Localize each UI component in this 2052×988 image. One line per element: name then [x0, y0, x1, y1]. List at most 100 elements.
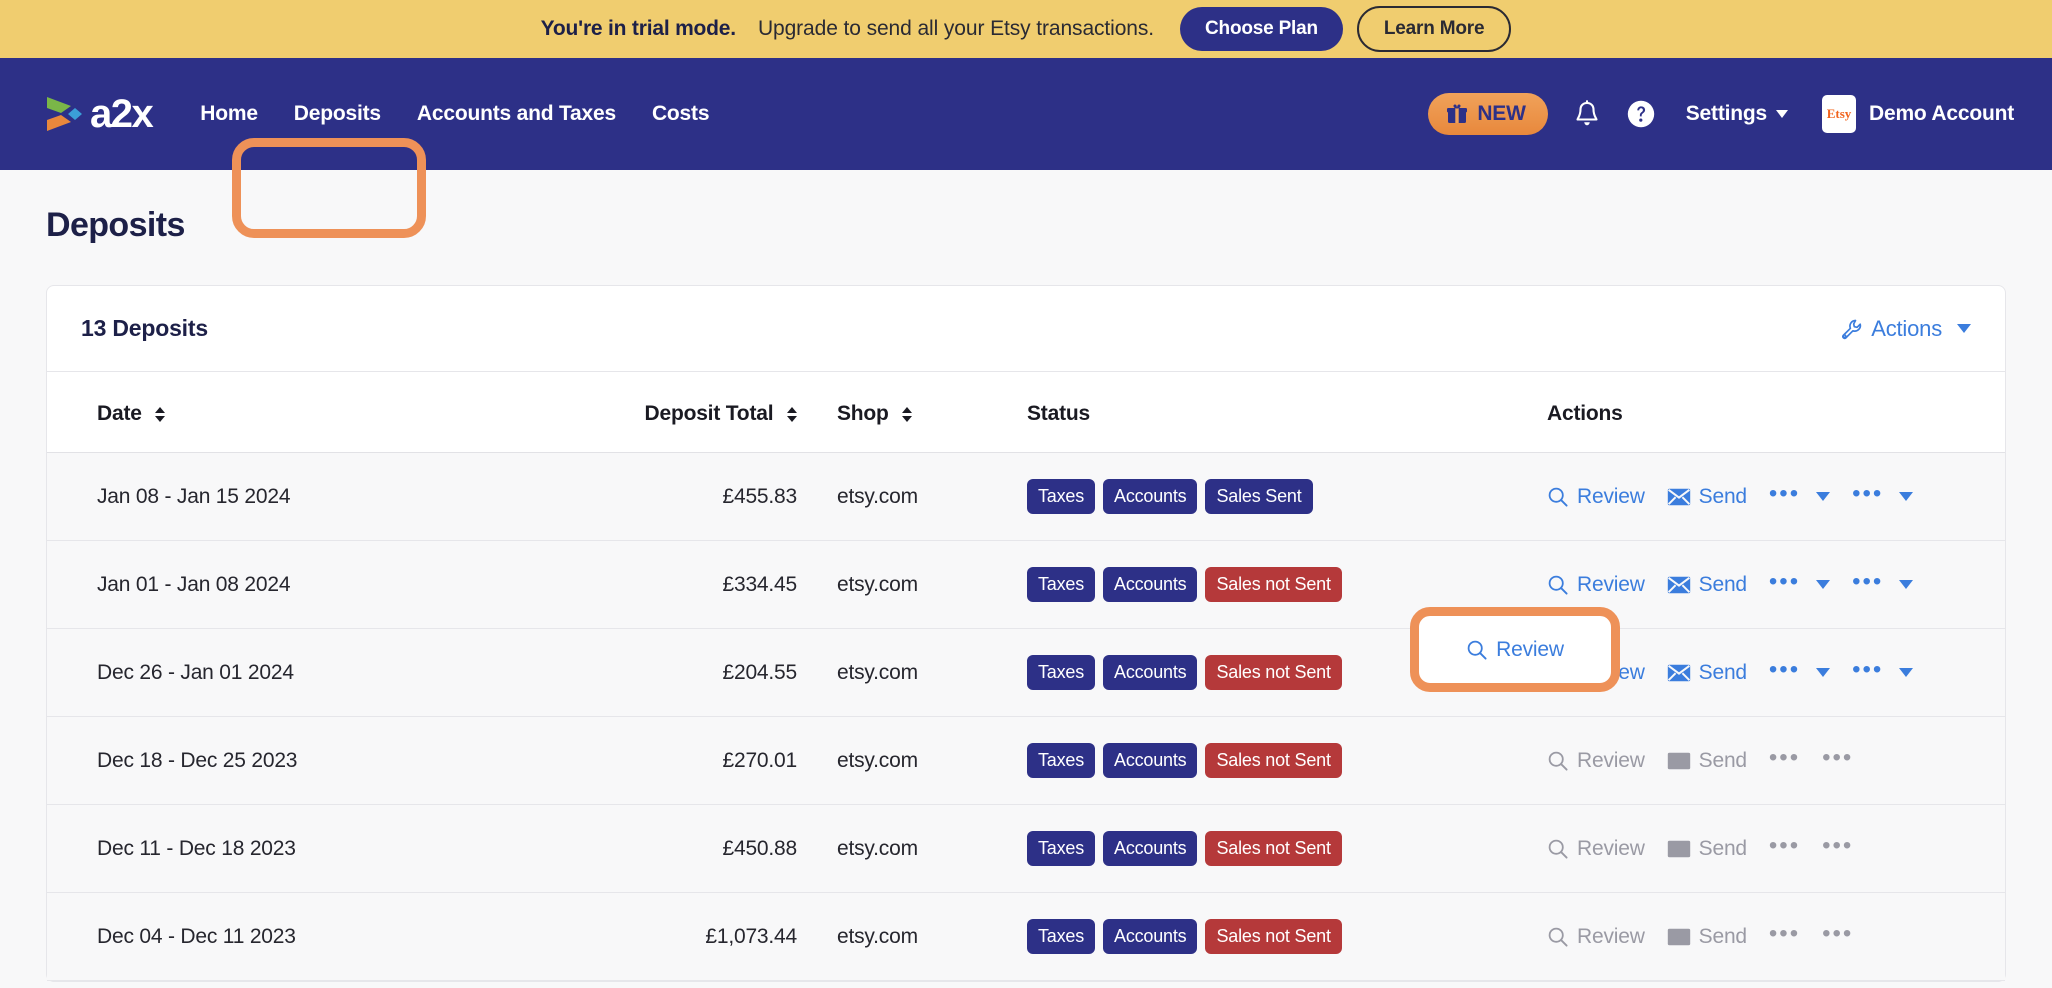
send-action[interactable]: Send	[1667, 661, 1747, 685]
a2x-logo-text: a2x	[90, 92, 154, 136]
status-badge[interactable]: Taxes	[1027, 479, 1096, 514]
status-badge[interactable]: Accounts	[1103, 655, 1198, 690]
review-action: Review	[1547, 749, 1645, 773]
search-icon	[1548, 663, 1568, 683]
nav-link-costs[interactable]: Costs	[634, 102, 727, 126]
cell-deposit-total: £334.45	[537, 540, 797, 629]
cell-deposit-total: £450.88	[537, 804, 797, 893]
status-badge[interactable]: Taxes	[1027, 831, 1096, 866]
status-badge[interactable]: Sales Sent	[1205, 479, 1313, 514]
status-badge[interactable]: Sales not Sent	[1205, 743, 1342, 778]
a2x-logo[interactable]: a2x	[44, 92, 154, 136]
status-badge[interactable]: Accounts	[1103, 479, 1198, 514]
status-badge[interactable]: Taxes	[1027, 919, 1096, 954]
row-more-menu-1[interactable]: •••	[1769, 569, 1800, 600]
row-menu-caret-1-icon[interactable]	[1816, 668, 1831, 677]
column-header-deposit-total[interactable]: Deposit Total	[537, 372, 797, 453]
settings-label: Settings	[1685, 102, 1767, 125]
cell-date: Jan 01 - Jan 08 2024	[47, 540, 537, 629]
cell-status: Taxes Accounts Sales not Sent	[1027, 628, 1547, 717]
settings-menu[interactable]: Settings	[1686, 102, 1788, 126]
envelope-icon	[1667, 752, 1690, 769]
status-badge[interactable]: Taxes	[1027, 655, 1096, 690]
help-button[interactable]	[1626, 99, 1656, 129]
status-badge[interactable]: Sales not Sent	[1205, 831, 1342, 866]
status-badge[interactable]: Accounts	[1103, 831, 1198, 866]
review-action[interactable]: Review	[1547, 661, 1645, 685]
deposits-table: Date Deposit Total Shop Status Actions J…	[47, 372, 2005, 981]
status-badge[interactable]: Sales not Sent	[1205, 919, 1342, 954]
status-badge[interactable]: Sales not Sent	[1205, 567, 1342, 602]
table-row: Dec 04 - Dec 11 2023 £1,073.44 etsy.com …	[47, 892, 2005, 981]
nav-link-accounts-and-taxes[interactable]: Accounts and Taxes	[399, 102, 634, 126]
status-badge[interactable]: Taxes	[1027, 567, 1096, 602]
send-action-label: Send	[1698, 484, 1747, 508]
status-badge[interactable]: Sales not Sent	[1205, 655, 1342, 690]
status-badge[interactable]: Accounts	[1103, 919, 1198, 954]
send-action[interactable]: Send	[1667, 485, 1747, 509]
cell-shop: etsy.com	[797, 452, 1027, 541]
review-action-label: Review	[1577, 484, 1645, 508]
send-action[interactable]: Send	[1667, 573, 1747, 597]
row-more-menu-1[interactable]: •••	[1769, 657, 1800, 688]
cell-shop: etsy.com	[797, 804, 1027, 893]
main-navbar: a2x Home Deposits Accounts and Taxes Cos…	[0, 58, 2052, 238]
column-header-status-label: Status	[1027, 402, 1090, 425]
card-actions-menu[interactable]: Actions	[1840, 316, 1971, 342]
cell-status: Taxes Accounts Sales Sent	[1027, 452, 1547, 541]
account-menu[interactable]: Etsy Demo Account	[1822, 95, 2014, 133]
review-action[interactable]: Review	[1547, 485, 1645, 509]
review-action-label: Review	[1577, 924, 1645, 948]
choose-plan-button[interactable]: Choose Plan	[1180, 7, 1343, 51]
cell-date: Dec 18 - Dec 25 2023	[47, 716, 537, 805]
review-action-label: Review	[1577, 748, 1645, 772]
row-more-menu-1[interactable]: •••	[1769, 481, 1800, 512]
cell-date: Dec 26 - Jan 01 2024	[47, 628, 537, 717]
card-actions-label: Actions	[1871, 315, 1942, 341]
new-badge[interactable]: NEW	[1428, 93, 1548, 135]
cell-shop: etsy.com	[797, 716, 1027, 805]
column-header-actions-label: Actions	[1547, 402, 1623, 425]
notifications-button[interactable]	[1574, 100, 1600, 128]
question-circle-icon	[1627, 100, 1654, 128]
search-icon	[1548, 487, 1568, 507]
row-menu-caret-1-icon[interactable]	[1816, 492, 1831, 501]
cell-shop: etsy.com	[797, 892, 1027, 981]
status-badge[interactable]: Taxes	[1027, 743, 1096, 778]
envelope-icon	[1667, 664, 1690, 681]
row-more-menu-1: •••	[1768, 831, 1801, 859]
row-menu-caret-2-icon[interactable]	[1899, 580, 1914, 589]
row-menu-caret-2-icon[interactable]	[1899, 492, 1914, 501]
row-more-menu-1: •••	[1768, 743, 1801, 771]
cell-date: Jan 08 - Jan 15 2024	[47, 452, 537, 541]
row-more-menu-2: •••	[1822, 919, 1854, 947]
search-icon	[1548, 839, 1568, 859]
status-badge[interactable]: Accounts	[1103, 567, 1198, 602]
row-more-menu-2[interactable]: •••	[1852, 657, 1883, 688]
column-header-date[interactable]: Date	[47, 372, 537, 453]
row-more-menu-2[interactable]: •••	[1852, 481, 1883, 512]
cell-actions: Review Send ••• •••	[1547, 540, 2005, 629]
new-badge-label: NEW	[1477, 102, 1526, 125]
sort-toggle-shop-icon[interactable]	[902, 406, 913, 422]
send-action-label: Send	[1698, 924, 1747, 948]
send-action-label: Send	[1698, 836, 1747, 860]
cell-deposit-total: £1,073.44	[537, 892, 797, 981]
review-action: Review	[1547, 837, 1645, 861]
column-header-actions: Actions	[1547, 372, 2005, 453]
status-badge[interactable]: Accounts	[1103, 743, 1198, 778]
cell-actions: Review Send ••• •••	[1547, 628, 2005, 717]
row-more-menu-2[interactable]: •••	[1852, 569, 1883, 600]
search-icon	[1548, 927, 1568, 947]
learn-more-button[interactable]: Learn More	[1356, 6, 1512, 52]
row-menu-caret-1-icon[interactable]	[1816, 580, 1831, 589]
sort-toggle-deposit-total-icon[interactable]	[787, 406, 797, 422]
column-header-shop[interactable]: Shop	[797, 372, 1027, 453]
table-row: Dec 11 - Dec 18 2023 £450.88 etsy.com Ta…	[47, 804, 2005, 893]
review-action[interactable]: Review	[1547, 573, 1645, 597]
cell-deposit-total: £455.83	[537, 452, 797, 541]
sort-toggle-date-icon[interactable]	[155, 406, 166, 422]
nav-link-home[interactable]: Home	[182, 102, 276, 126]
nav-link-deposits[interactable]: Deposits	[276, 102, 399, 126]
row-menu-caret-2-icon[interactable]	[1899, 668, 1914, 677]
